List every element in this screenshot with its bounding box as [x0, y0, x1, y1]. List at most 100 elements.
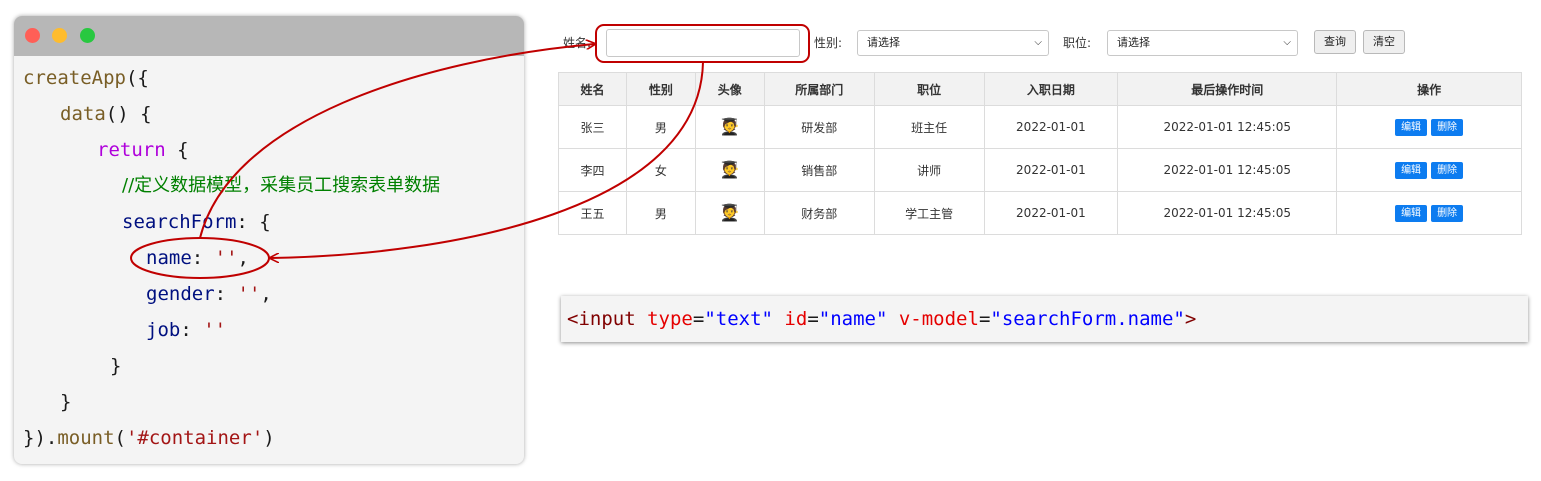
delete-button[interactable]: 删除: [1431, 161, 1464, 179]
cell-gender: 男: [625, 105, 696, 149]
cell-job: 学工主管: [873, 191, 985, 235]
edit-button[interactable]: 编辑: [1395, 118, 1428, 136]
code-token: ,: [260, 283, 272, 305]
chevron-down-icon: ⌵: [1034, 37, 1042, 48]
code-token: :: [180, 319, 204, 341]
edit-button[interactable]: 编辑: [1395, 204, 1428, 222]
cell-entry-date: 2022-01-01: [983, 191, 1119, 235]
code-comment: //定义数据模型，采集员工搜索表单数据: [122, 175, 441, 196]
code-token: '#container': [125, 427, 264, 449]
cell-updated-time: 2022-01-01 12:45:05: [1117, 105, 1338, 149]
column-header: 入职日期: [983, 72, 1119, 106]
code-window: createApp({ data() { return { //定义数据模型，采…: [14, 16, 524, 464]
cell-actions: 编辑 删除: [1336, 105, 1522, 149]
column-header: 操作: [1336, 72, 1522, 106]
column-header: 所属部门: [763, 72, 875, 106]
code-token: ): [263, 427, 275, 449]
code-line-3: return {: [97, 138, 189, 162]
gender-label: 性别:: [814, 36, 843, 50]
maximize-window-icon[interactable]: [80, 28, 95, 43]
cell-name: 李四: [558, 148, 627, 192]
cell-gender: 男: [625, 191, 696, 235]
table-row: 王五 男 🧑‍🎓 财务部 学工主管 2022-01-01 2022-01-01 …: [558, 191, 1522, 235]
code-token: createApp: [23, 67, 126, 89]
avatar-icon: 🧑‍🎓: [719, 117, 740, 136]
code-token: job: [146, 319, 181, 341]
delete-button[interactable]: 删除: [1431, 204, 1464, 222]
table-row: 张三 男 🧑‍🎓 研发部 班主任 2022-01-01 2022-01-01 1…: [558, 105, 1522, 149]
code-token: '': [237, 283, 261, 305]
cell-avatar: 🧑‍🎓: [694, 105, 765, 149]
code-token: :: [191, 247, 215, 269]
code-line-8: job: '': [146, 318, 226, 342]
minimize-window-icon[interactable]: [52, 28, 67, 43]
query-button[interactable]: 查询: [1314, 30, 1356, 54]
chevron-down-icon: ⌵: [1283, 37, 1291, 48]
cell-updated-time: 2022-01-01 12:45:05: [1117, 148, 1338, 192]
code-token: '': [214, 247, 238, 269]
cell-dept: 销售部: [763, 148, 875, 192]
code-token: ({: [125, 67, 149, 89]
clear-button[interactable]: 清空: [1363, 30, 1405, 54]
cell-updated-time: 2022-01-01 12:45:05: [1117, 191, 1338, 235]
snippet-token: type: [647, 308, 693, 330]
job-select-value: 请选择: [1117, 36, 1150, 49]
close-window-icon[interactable]: [25, 28, 40, 43]
code-token: gender: [146, 283, 215, 305]
name-input[interactable]: [606, 29, 800, 57]
code-line-11: }).mount('#container'): [23, 426, 275, 450]
avatar-icon: 🧑‍🎓: [719, 203, 740, 222]
code-token: (: [114, 427, 126, 449]
job-label: 职位:: [1063, 36, 1092, 50]
snippet-token: input: [578, 308, 636, 330]
cell-avatar: 🧑‍🎓: [694, 148, 765, 192]
code-line-7: gender: '',: [146, 282, 272, 306]
column-header: 姓名: [558, 72, 627, 106]
cell-actions: 编辑 删除: [1336, 191, 1522, 235]
code-line-9: }: [110, 355, 122, 377]
cell-name: 张三: [558, 105, 627, 149]
job-select[interactable]: 请选择 ⌵: [1107, 30, 1298, 56]
cell-avatar: 🧑‍🎓: [694, 191, 765, 235]
code-line-5: searchForm: {: [122, 210, 271, 234]
snippet-token: <: [567, 308, 579, 330]
column-header: 头像: [694, 72, 765, 106]
snippet-token: "name": [818, 308, 888, 330]
code-token: return: [97, 139, 166, 161]
snippet-token: "text": [704, 308, 773, 330]
code-line-2: data() {: [60, 102, 152, 126]
code-line-6: name: '',: [146, 246, 249, 270]
code-token: data: [60, 103, 106, 125]
cell-name: 王五: [558, 191, 627, 235]
code-token: ,: [237, 247, 249, 269]
column-header: 性别: [625, 72, 696, 106]
column-header: 职位: [873, 72, 985, 106]
code-token: () {: [105, 103, 152, 125]
cell-entry-date: 2022-01-01: [983, 105, 1119, 149]
code-token: {: [165, 139, 189, 161]
code-token: '': [203, 319, 227, 341]
code-token: :: [214, 283, 238, 305]
cell-dept: 研发部: [763, 105, 875, 149]
snippet-token: "searchForm.name": [990, 308, 1185, 330]
code-line-1: createApp({: [23, 66, 149, 90]
cell-job: 讲师: [873, 148, 985, 192]
snippet-token: v-model: [898, 308, 979, 330]
gender-select[interactable]: 请选择 ⌵: [857, 30, 1049, 56]
cell-actions: 编辑 删除: [1336, 148, 1522, 192]
snippet-token: =: [692, 308, 705, 330]
code-line-10: }: [60, 391, 72, 413]
cell-dept: 财务部: [763, 191, 875, 235]
code-token: }).: [23, 427, 58, 449]
code-token: : {: [236, 211, 271, 233]
window-titlebar: [14, 16, 524, 56]
cell-job: 班主任: [873, 105, 985, 149]
employee-table: 姓名 性别 头像 所属部门 职位 入职日期 最后操作时间 操作 张三 男 🧑‍🎓…: [558, 72, 1522, 235]
table-row: 李四 女 🧑‍🎓 销售部 讲师 2022-01-01 2022-01-01 12…: [558, 148, 1522, 192]
column-header: 最后操作时间: [1117, 72, 1338, 106]
edit-button[interactable]: 编辑: [1395, 161, 1428, 179]
delete-button[interactable]: 删除: [1431, 118, 1464, 136]
snippet-token: =: [807, 308, 819, 330]
code-token: searchForm: [122, 211, 237, 233]
snippet-token: id: [784, 308, 808, 330]
